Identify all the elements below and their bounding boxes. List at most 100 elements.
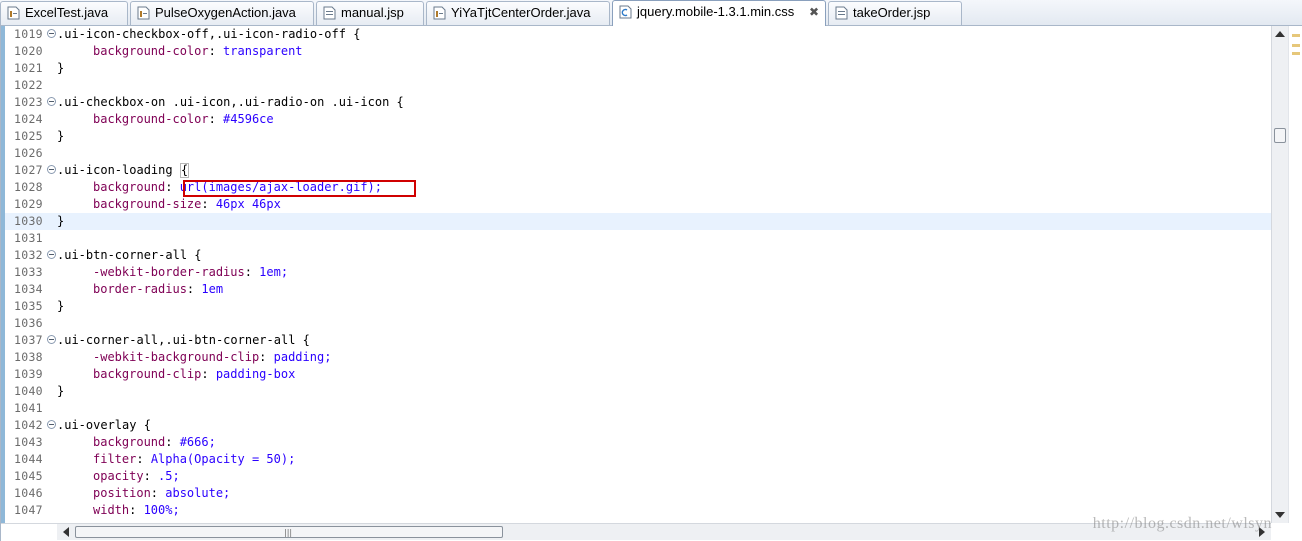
- line-number: 1038: [14, 350, 43, 364]
- horizontal-scrollbar[interactable]: |||: [57, 523, 1271, 540]
- code-line[interactable]: 1025}: [5, 128, 1271, 145]
- code-text: opacity: .5;: [93, 469, 180, 483]
- line-number: 1027: [14, 163, 43, 177]
- code-text: background-clip: padding-box: [93, 367, 296, 381]
- code-text: background: url(images/ajax-loader.gif);: [93, 180, 382, 194]
- fold-collapse-icon[interactable]: [47, 250, 56, 259]
- code-text: .ui-overlay {: [57, 417, 151, 434]
- code-line[interactable]: 1037 .ui-corner-all,.ui-btn-corner-all {: [5, 332, 1271, 349]
- horizontal-scroll-thumb[interactable]: |||: [75, 526, 503, 538]
- code-line[interactable]: 1042 .ui-overlay {: [5, 417, 1271, 434]
- code-line[interactable]: 1043 background: #666;: [5, 434, 1271, 451]
- code-text: }: [57, 383, 64, 400]
- code-line[interactable]: 1040}: [5, 383, 1271, 400]
- css-value: #666;: [179, 435, 216, 449]
- code-text: background-color: #4596ce: [93, 112, 274, 126]
- code-text: }: [57, 213, 64, 230]
- tab-exceltest-java[interactable]: ExcelTest.java: [0, 1, 128, 25]
- vertical-scroll-thumb[interactable]: [1274, 128, 1286, 143]
- css-selector: }: [57, 214, 65, 228]
- tab-takeorder-jsp[interactable]: takeOrder.jsp: [828, 1, 962, 25]
- css-value: padding-box: [215, 367, 296, 381]
- code-line[interactable]: 1045 opacity: .5;: [5, 468, 1271, 485]
- fold-collapse-icon[interactable]: [47, 97, 56, 106]
- code-line[interactable]: 1030}: [5, 213, 1271, 230]
- code-line[interactable]: 1038 -webkit-background-clip: padding;: [5, 349, 1271, 366]
- css-selector: .ui-icon-checkbox-off,.ui-icon-radio-off…: [57, 27, 361, 41]
- code-text: }: [57, 128, 64, 145]
- tab-label: jquery.mobile-1.3.1.min.css: [637, 4, 795, 19]
- code-editor[interactable]: 1019 .ui-icon-checkbox-off,.ui-icon-radio…: [0, 26, 1302, 541]
- tab-manual-jsp[interactable]: manual.jsp: [316, 1, 424, 25]
- code-text: position: absolute;: [93, 486, 231, 500]
- overview-marker[interactable]: [1292, 34, 1300, 37]
- code-line[interactable]: 1036: [5, 315, 1271, 332]
- code-text: background-size: 46px 46px: [93, 197, 281, 211]
- code-line[interactable]: 1027 .ui-icon-loading {: [5, 162, 1271, 179]
- code-line[interactable]: 1024 background-color: #4596ce: [5, 111, 1271, 128]
- scroll-left-icon[interactable]: [63, 527, 69, 537]
- css-value: .5;: [158, 469, 180, 483]
- overview-ruler[interactable]: [1288, 26, 1302, 523]
- line-number: 1037: [14, 333, 43, 347]
- code-lines[interactable]: 1019 .ui-icon-checkbox-off,.ui-icon-radio…: [5, 26, 1271, 523]
- fold-collapse-icon[interactable]: [47, 420, 56, 429]
- code-line[interactable]: 1046 position: absolute;: [5, 485, 1271, 502]
- close-icon[interactable]: ✖: [809, 4, 819, 20]
- css-property: background-clip: [93, 367, 202, 381]
- tab-yiyatjtcenterorder-java[interactable]: YiYaTjtCenterOrder.java: [426, 1, 610, 25]
- code-line[interactable]: 1034 border-radius: 1em: [5, 281, 1271, 298]
- tab-pulseoxygenaction-java[interactable]: PulseOxygenAction.java: [130, 1, 314, 25]
- line-number: 1028: [14, 180, 43, 194]
- css-value: 46px 46px: [215, 197, 281, 211]
- css-value: url(images/ajax-loader.gif);: [179, 180, 382, 194]
- code-line[interactable]: 1041: [5, 400, 1271, 417]
- java-file-icon: [137, 6, 150, 20]
- css-value: 1em;: [259, 265, 289, 279]
- scroll-up-icon[interactable]: [1275, 31, 1285, 37]
- vertical-scrollbar[interactable]: [1271, 26, 1288, 523]
- code-text: border-radius: 1em: [93, 282, 224, 296]
- css-value: padding;: [273, 350, 332, 364]
- scroll-down-icon[interactable]: [1275, 512, 1285, 518]
- code-line[interactable]: 1022: [5, 77, 1271, 94]
- line-number: 1030: [14, 214, 43, 228]
- fold-collapse-icon[interactable]: [47, 29, 56, 38]
- code-text: .ui-corner-all,.ui-btn-corner-all {: [57, 332, 310, 349]
- line-number: 1033: [14, 265, 43, 279]
- code-line[interactable]: 1020 background-color: transparent: [5, 43, 1271, 60]
- code-line[interactable]: 1029 background-size: 46px 46px: [5, 196, 1271, 213]
- overview-marker[interactable]: [1292, 44, 1300, 47]
- code-line[interactable]: 1019 .ui-icon-checkbox-off,.ui-icon-radio…: [5, 26, 1271, 43]
- code-line[interactable]: 1033 -webkit-border-radius: 1em;: [5, 264, 1271, 281]
- code-line[interactable]: 1026: [5, 145, 1271, 162]
- code-line[interactable]: 1035}: [5, 298, 1271, 315]
- line-number: 1045: [14, 469, 43, 483]
- java-file-icon: [433, 6, 446, 20]
- code-line[interactable]: 1047 width: 100%;: [5, 502, 1271, 519]
- line-number: 1043: [14, 435, 43, 449]
- editor-tab-bar: ExcelTest.java PulseOxygenAction.java ma…: [0, 0, 1302, 26]
- code-line[interactable]: 1023 .ui-checkbox-on .ui-icon,.ui-radio-o…: [5, 94, 1271, 111]
- line-number: 1041: [14, 401, 43, 415]
- code-line[interactable]: 1031: [5, 230, 1271, 247]
- code-line[interactable]: 1028 background: url(images/ajax-loader.g…: [5, 179, 1271, 196]
- css-selector: .ui-btn-corner-all {: [57, 248, 202, 262]
- fold-collapse-icon[interactable]: [47, 165, 56, 174]
- tab-label: manual.jsp: [341, 5, 404, 20]
- code-text: .ui-icon-checkbox-off,.ui-icon-radio-off…: [57, 26, 360, 43]
- css-value: transparent: [223, 44, 303, 58]
- css-property: background-color: [93, 112, 209, 126]
- css-selector: }: [57, 384, 65, 398]
- css-value: 100%;: [143, 503, 180, 517]
- tab-jquery-mobile-css[interactable]: jquery.mobile-1.3.1.min.css ✖: [612, 0, 826, 26]
- code-line[interactable]: 1032 .ui-btn-corner-all {: [5, 247, 1271, 264]
- css-file-icon: [619, 5, 632, 19]
- overview-marker[interactable]: [1292, 52, 1300, 55]
- fold-collapse-icon[interactable]: [47, 335, 56, 344]
- code-line[interactable]: 1021}: [5, 60, 1271, 77]
- line-number: 1029: [14, 197, 43, 211]
- code-line[interactable]: 1044 filter: Alpha(Opacity = 50);: [5, 451, 1271, 468]
- code-line[interactable]: 1039 background-clip: padding-box: [5, 366, 1271, 383]
- css-value: Alpha(Opacity = 50);: [150, 452, 296, 466]
